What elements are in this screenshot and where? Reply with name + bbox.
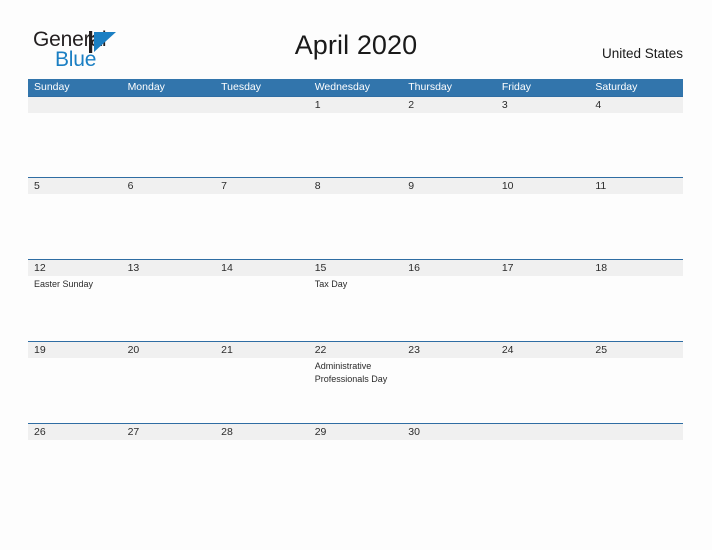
day-number[interactable] [496, 424, 590, 440]
day-event [215, 358, 309, 423]
day-event [28, 358, 122, 423]
calendar-week-row: 5 6 7 8 9 10 11 [28, 177, 683, 259]
page-header: General Blue April 2020 United States [0, 0, 712, 79]
calendar-week-row: 1 2 3 4 [28, 96, 683, 177]
weekday-header-row: Sunday Monday Tuesday Wednesday Thursday… [28, 79, 683, 96]
day-event [589, 113, 683, 177]
day-event [589, 194, 683, 259]
day-event [122, 440, 216, 500]
day-number[interactable]: 2 [402, 97, 496, 113]
day-number[interactable]: 11 [589, 178, 683, 194]
day-event [309, 113, 403, 177]
day-event: Tax Day [314, 279, 348, 289]
week-date-strip: 19 20 21 22 23 24 25 [28, 342, 683, 358]
calendar-week-row: 26 27 28 29 30 [28, 423, 683, 500]
day-number[interactable]: 27 [122, 424, 216, 440]
weekday-header-saturday: Saturday [595, 81, 638, 93]
week-event-strip [28, 194, 683, 259]
day-number[interactable]: 30 [402, 424, 496, 440]
day-event [402, 358, 496, 423]
day-number[interactable]: 4 [589, 97, 683, 113]
day-event [309, 440, 403, 500]
day-event [496, 440, 590, 500]
day-number[interactable]: 25 [589, 342, 683, 358]
day-number[interactable]: 24 [496, 342, 590, 358]
day-event [496, 358, 590, 423]
day-event [589, 358, 683, 423]
week-event-strip [28, 113, 683, 177]
day-number[interactable]: 6 [122, 178, 216, 194]
weekday-header-friday: Friday [501, 81, 531, 93]
day-number[interactable]: 1 [309, 97, 403, 113]
weekday-header-tuesday: Tuesday [221, 81, 262, 93]
day-number[interactable]: 14 [215, 260, 309, 276]
day-event [215, 276, 309, 341]
day-number[interactable]: 12 [28, 260, 122, 276]
day-event [28, 113, 122, 177]
calendar-week-row: 12 13 14 15 16 17 18 Easter Sunday Tax D… [28, 259, 683, 341]
day-event [402, 194, 496, 259]
day-number[interactable]: 7 [215, 178, 309, 194]
day-event [402, 113, 496, 177]
day-event [496, 194, 590, 259]
day-event [496, 276, 590, 341]
day-event [589, 440, 683, 500]
day-event [122, 194, 216, 259]
day-number[interactable]: 5 [28, 178, 122, 194]
day-event [215, 113, 309, 177]
day-number[interactable]: 8 [309, 178, 403, 194]
weekday-header-wednesday: Wednesday [314, 81, 370, 93]
week-date-strip: 12 13 14 15 16 17 18 [28, 260, 683, 276]
day-event [28, 440, 122, 500]
week-event-strip: Administrative Professionals Day [28, 358, 683, 423]
day-number[interactable] [215, 97, 309, 113]
day-number[interactable]: 18 [589, 260, 683, 276]
calendar-region-label: United States [601, 46, 683, 61]
day-number[interactable]: 23 [402, 342, 496, 358]
day-number[interactable]: 10 [496, 178, 590, 194]
day-number[interactable]: 13 [122, 260, 216, 276]
day-event [402, 440, 496, 500]
day-number[interactable]: 29 [309, 424, 403, 440]
day-number[interactable]: 15 [309, 260, 403, 276]
day-number[interactable]: 17 [496, 260, 590, 276]
day-number[interactable]: 3 [496, 97, 590, 113]
day-event [402, 276, 496, 341]
week-date-strip: 26 27 28 29 30 [28, 424, 683, 440]
day-event [589, 276, 683, 341]
day-event [496, 113, 590, 177]
day-event [215, 194, 309, 259]
day-number[interactable] [122, 97, 216, 113]
day-number[interactable]: 16 [402, 260, 496, 276]
day-event [122, 358, 216, 423]
day-event [28, 194, 122, 259]
calendar-grid: Sunday Monday Tuesday Wednesday Thursday… [28, 79, 683, 500]
weekday-header-monday: Monday [127, 81, 165, 93]
week-date-strip: 5 6 7 8 9 10 11 [28, 178, 683, 194]
weekday-header-thursday: Thursday [408, 81, 453, 93]
day-event [215, 440, 309, 500]
day-number[interactable]: 21 [215, 342, 309, 358]
day-event [122, 113, 216, 177]
day-number[interactable]: 20 [122, 342, 216, 358]
day-event: Administrative Professionals Day [314, 361, 388, 384]
calendar-week-row: 19 20 21 22 23 24 25 Administrative Prof… [28, 341, 683, 423]
day-number[interactable] [589, 424, 683, 440]
day-event [309, 194, 403, 259]
day-number[interactable]: 26 [28, 424, 122, 440]
week-event-strip [28, 440, 683, 500]
week-date-strip: 1 2 3 4 [28, 97, 683, 113]
day-number[interactable] [28, 97, 122, 113]
day-number[interactable]: 28 [215, 424, 309, 440]
day-event [122, 276, 216, 341]
week-event-strip: Easter Sunday Tax Day [28, 276, 683, 341]
day-number[interactable]: 19 [28, 342, 122, 358]
weekday-header-sunday: Sunday [34, 81, 70, 93]
day-event: Easter Sunday [34, 279, 94, 289]
day-number[interactable]: 9 [402, 178, 496, 194]
day-number[interactable]: 22 [309, 342, 403, 358]
